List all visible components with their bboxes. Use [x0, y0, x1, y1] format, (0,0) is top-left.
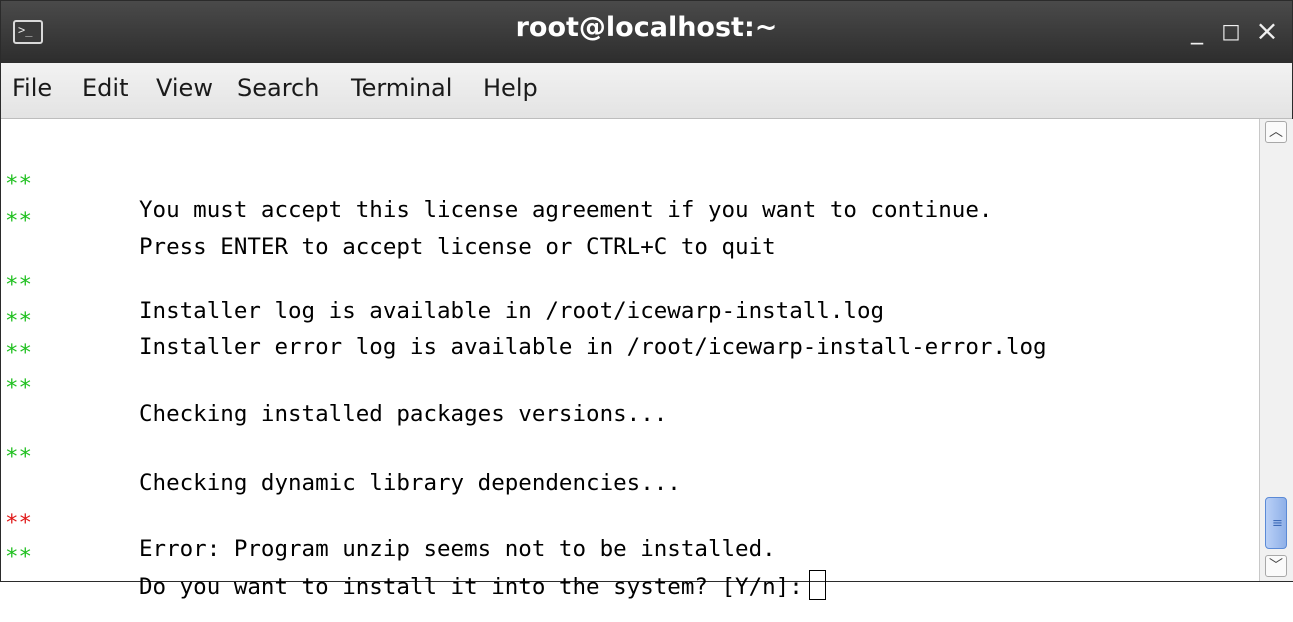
terminal-line: ** Press ENTER to accept license or CTRL…	[1, 182, 776, 260]
terminal-line: ** Checking installed packages versions.…	[1, 349, 667, 427]
menu-file[interactable]: File	[12, 74, 52, 102]
chevron-up-icon[interactable]: ︿	[1265, 121, 1287, 143]
menu-search[interactable]: Search	[237, 74, 319, 102]
terminal-line: ** Do you want to install it into the sy…	[1, 518, 826, 600]
line-marker: **	[5, 208, 33, 234]
menu-view[interactable]: View	[156, 74, 213, 102]
line-text: Checking installed packages versions...	[139, 401, 668, 427]
line-text: Do you want to install it into the syste…	[139, 574, 803, 600]
terminal-output[interactable]: ** You must accept this license agreemen…	[1, 119, 1258, 600]
line-text: Checking dynamic library dependencies...	[139, 470, 681, 496]
line-text: Error: Program unzip seems not to be ins…	[139, 536, 776, 562]
close-button[interactable]: ×	[1253, 17, 1281, 45]
line-marker: **	[5, 444, 33, 470]
vertical-scrollbar[interactable]: ︿ ≡ ﹀	[1259, 119, 1293, 581]
line-marker: **	[5, 375, 33, 401]
menu-bar: File Edit View Search Terminal Help	[1, 63, 1292, 119]
minimize-button[interactable]: _	[1183, 17, 1211, 45]
line-text: Press ENTER to accept license or CTRL+C …	[139, 234, 776, 260]
menu-terminal[interactable]: Terminal	[351, 74, 452, 102]
chevron-down-icon[interactable]: ﹀	[1265, 555, 1287, 577]
terminal-line: **	[1, 314, 82, 366]
line-text: Installer log is available in /root/icew…	[139, 298, 885, 324]
scrollbar-thumb[interactable]: ≡	[1265, 497, 1287, 549]
maximize-button[interactable]: □	[1217, 17, 1245, 45]
window-title: root@localhost:~	[515, 12, 778, 43]
menu-edit[interactable]: Edit	[82, 74, 128, 102]
grip-icon: ≡	[1272, 516, 1283, 531]
terminal-line: ** Installer log is available in /root/i…	[1, 246, 884, 324]
terminal-line: ** Checking dynamic library dependencies…	[1, 418, 681, 496]
terminal-line: ** Error: Program unzip seems not to be …	[1, 484, 776, 562]
menu-help[interactable]: Help	[483, 74, 538, 102]
terminal-line: ** You must accept this license agreemen…	[1, 145, 992, 223]
terminal-window: root@localhost:~ _ □ × File Edit View Se…	[0, 0, 1293, 600]
line-text: Installer error log is available in /roo…	[139, 334, 1047, 360]
line-text: You must accept this license agreement i…	[139, 197, 993, 223]
title-bar[interactable]: root@localhost:~ _ □ ×	[1, 1, 1292, 63]
terminal-line: ** Installer error log is available in /…	[1, 282, 1047, 360]
line-marker: **	[5, 544, 33, 570]
terminal-cursor	[808, 570, 826, 600]
